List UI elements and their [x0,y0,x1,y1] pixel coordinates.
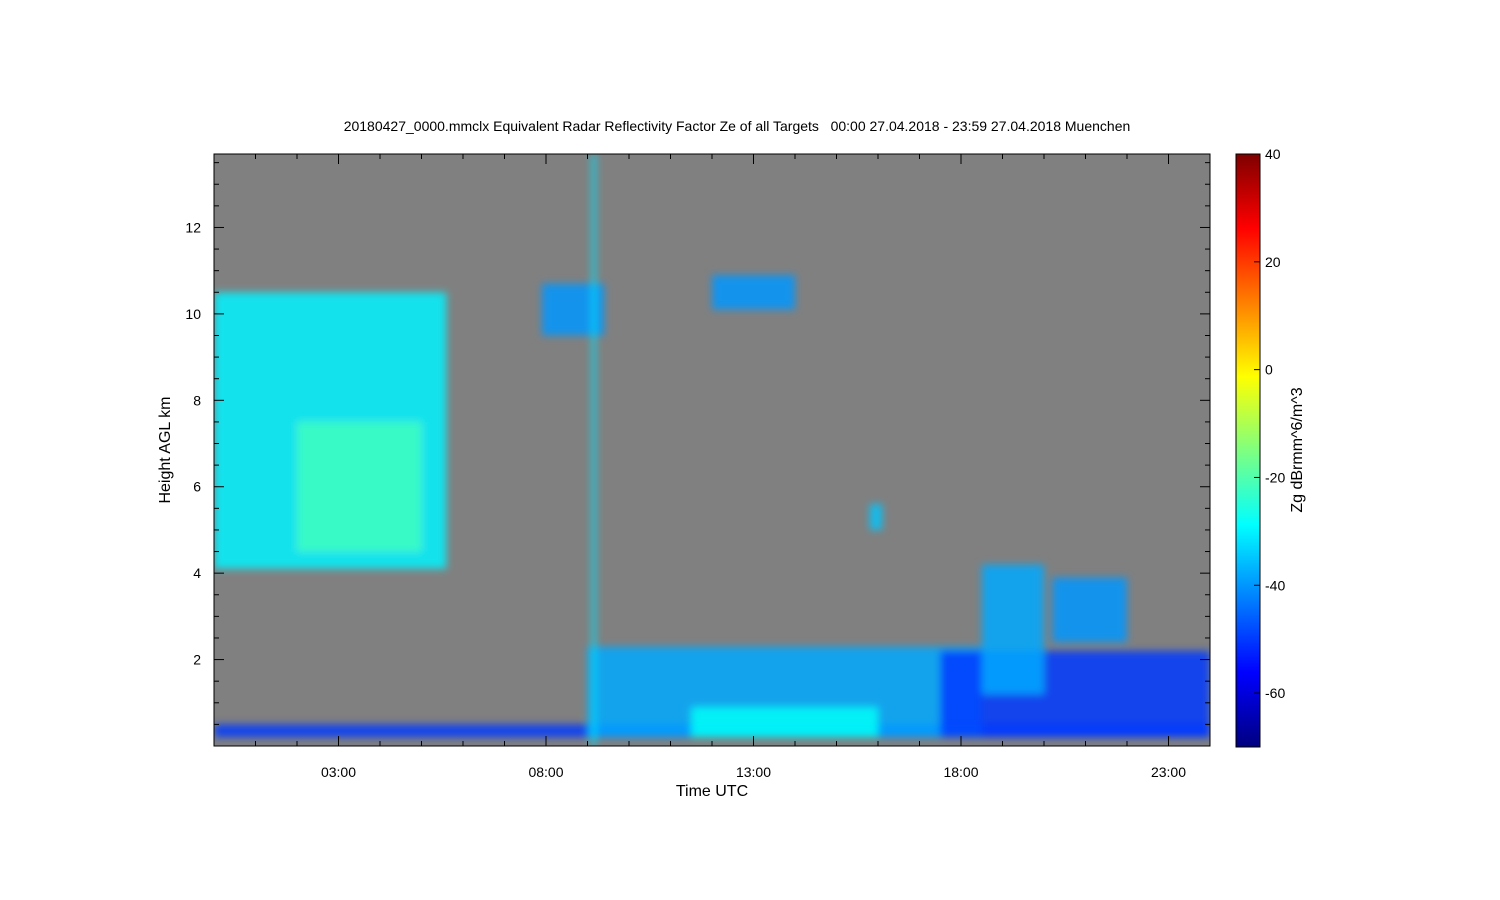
colorbar-tick-label: -40 [1265,577,1285,593]
colorbar [1235,153,1261,748]
y-axis-label: Height AGL km [157,396,174,503]
y-tick-label: 8 [193,392,201,408]
reflectivity-chart: 20180427_0000.mmclx Equivalent Radar Ref… [157,118,1306,800]
reflectivity-region-1 [297,421,422,552]
reflectivity-region-10 [1052,577,1127,643]
x-tick-label: 03:00 [321,764,356,780]
x-axis-label: Time UTC [676,783,748,800]
x-tick-label: 18:00 [943,764,978,780]
chart-title: 20180427_0000.mmclx Equivalent Radar Ref… [344,118,1131,134]
x-tick-label: 08:00 [528,764,563,780]
colorbar-tick-label: 0 [1265,362,1273,378]
reflectivity-region-4 [869,504,883,530]
x-tick-label: 23:00 [1151,764,1186,780]
reflectivity-region-7 [691,707,878,738]
y-tick-label: 2 [193,652,201,668]
reflectivity-region-9 [981,564,1044,695]
y-tick-label: 6 [193,479,201,495]
colorbar-tick-label: -20 [1265,469,1285,485]
reflectivity-region-3 [712,274,795,310]
reflectivity-region-11 [591,154,596,746]
colorbar-tick-label: 40 [1265,146,1281,162]
y-tick-label: 12 [185,219,201,235]
colorbar-tick-label: 20 [1265,254,1281,270]
reflectivity-region-8 [940,650,1210,738]
x-tick-label: 13:00 [736,764,771,780]
y-tick-label: 10 [185,306,201,322]
y-tick-label: 4 [193,565,201,581]
colorbar-label: Zg dBrmm^6/m^3 [1289,387,1306,512]
colorbar-tick-label: -60 [1265,685,1285,701]
